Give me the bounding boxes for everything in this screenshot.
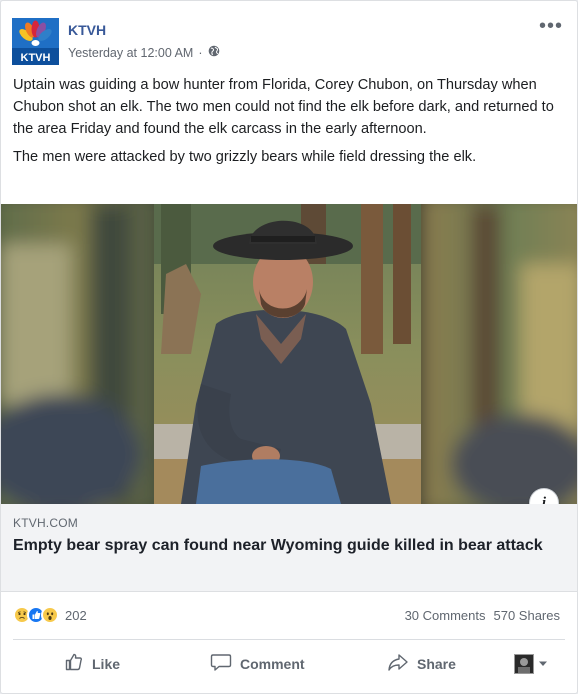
post-paragraph-2: The men were attacked by two grizzly bea… xyxy=(13,149,477,165)
page-avatar[interactable]: KTVH xyxy=(12,18,59,65)
user-avatar xyxy=(514,654,534,674)
comment-button[interactable]: Comment xyxy=(210,652,305,675)
nbc-peacock-logo: KTVH xyxy=(12,18,59,65)
share-button[interactable]: Share xyxy=(387,652,456,675)
link-title[interactable]: Empty bear spray can found near Wyoming … xyxy=(13,535,553,557)
thumbs-up-icon xyxy=(64,652,84,675)
post-as-selector[interactable] xyxy=(514,654,548,674)
share-arrow-icon xyxy=(387,652,409,675)
photo-of-man-in-cowboy-hat xyxy=(1,204,577,504)
divider xyxy=(13,639,565,640)
like-button[interactable]: Like xyxy=(64,652,120,675)
post-card: KTVH KTVH Yesterday at 12:00 AM · ••• Up… xyxy=(0,0,578,694)
more-options-icon[interactable]: ••• xyxy=(539,16,563,36)
like-label: Like xyxy=(92,655,121,672)
comment-label: Comment xyxy=(240,655,305,672)
post-paragraph-1: Uptain was guiding a bow hunter from Flo… xyxy=(13,77,554,137)
page-name-link[interactable]: KTVH xyxy=(68,22,106,38)
reaction-count[interactable]: 202 xyxy=(65,608,87,623)
shares-count-link[interactable]: 570 Shares xyxy=(494,608,561,623)
reaction-summary[interactable]: 202 xyxy=(13,604,87,626)
link-preview[interactable]: KTVH.COM Empty bear spray can found near… xyxy=(1,504,577,592)
post-image[interactable] xyxy=(1,204,577,504)
share-label: Share xyxy=(417,655,456,672)
caret-down-icon xyxy=(538,655,548,673)
comments-count-link[interactable]: 30 Comments xyxy=(405,608,486,623)
post-meta: Yesterday at 12:00 AM · xyxy=(68,45,220,60)
avatar-text: KTVH xyxy=(21,52,51,64)
action-bar: Like Comment Share xyxy=(1,647,577,679)
comment-bubble-icon xyxy=(210,652,232,675)
meta-separator: · xyxy=(198,45,203,60)
link-domain: KTVH.COM xyxy=(13,516,78,530)
post-body: Uptain was guiding a bow hunter from Flo… xyxy=(13,74,565,174)
globe-icon[interactable] xyxy=(208,45,220,60)
engagement-stats: 30 Comments 570 Shares xyxy=(405,608,560,623)
wow-reaction-icon xyxy=(41,606,59,624)
post-timestamp[interactable]: Yesterday at 12:00 AM xyxy=(68,46,193,60)
